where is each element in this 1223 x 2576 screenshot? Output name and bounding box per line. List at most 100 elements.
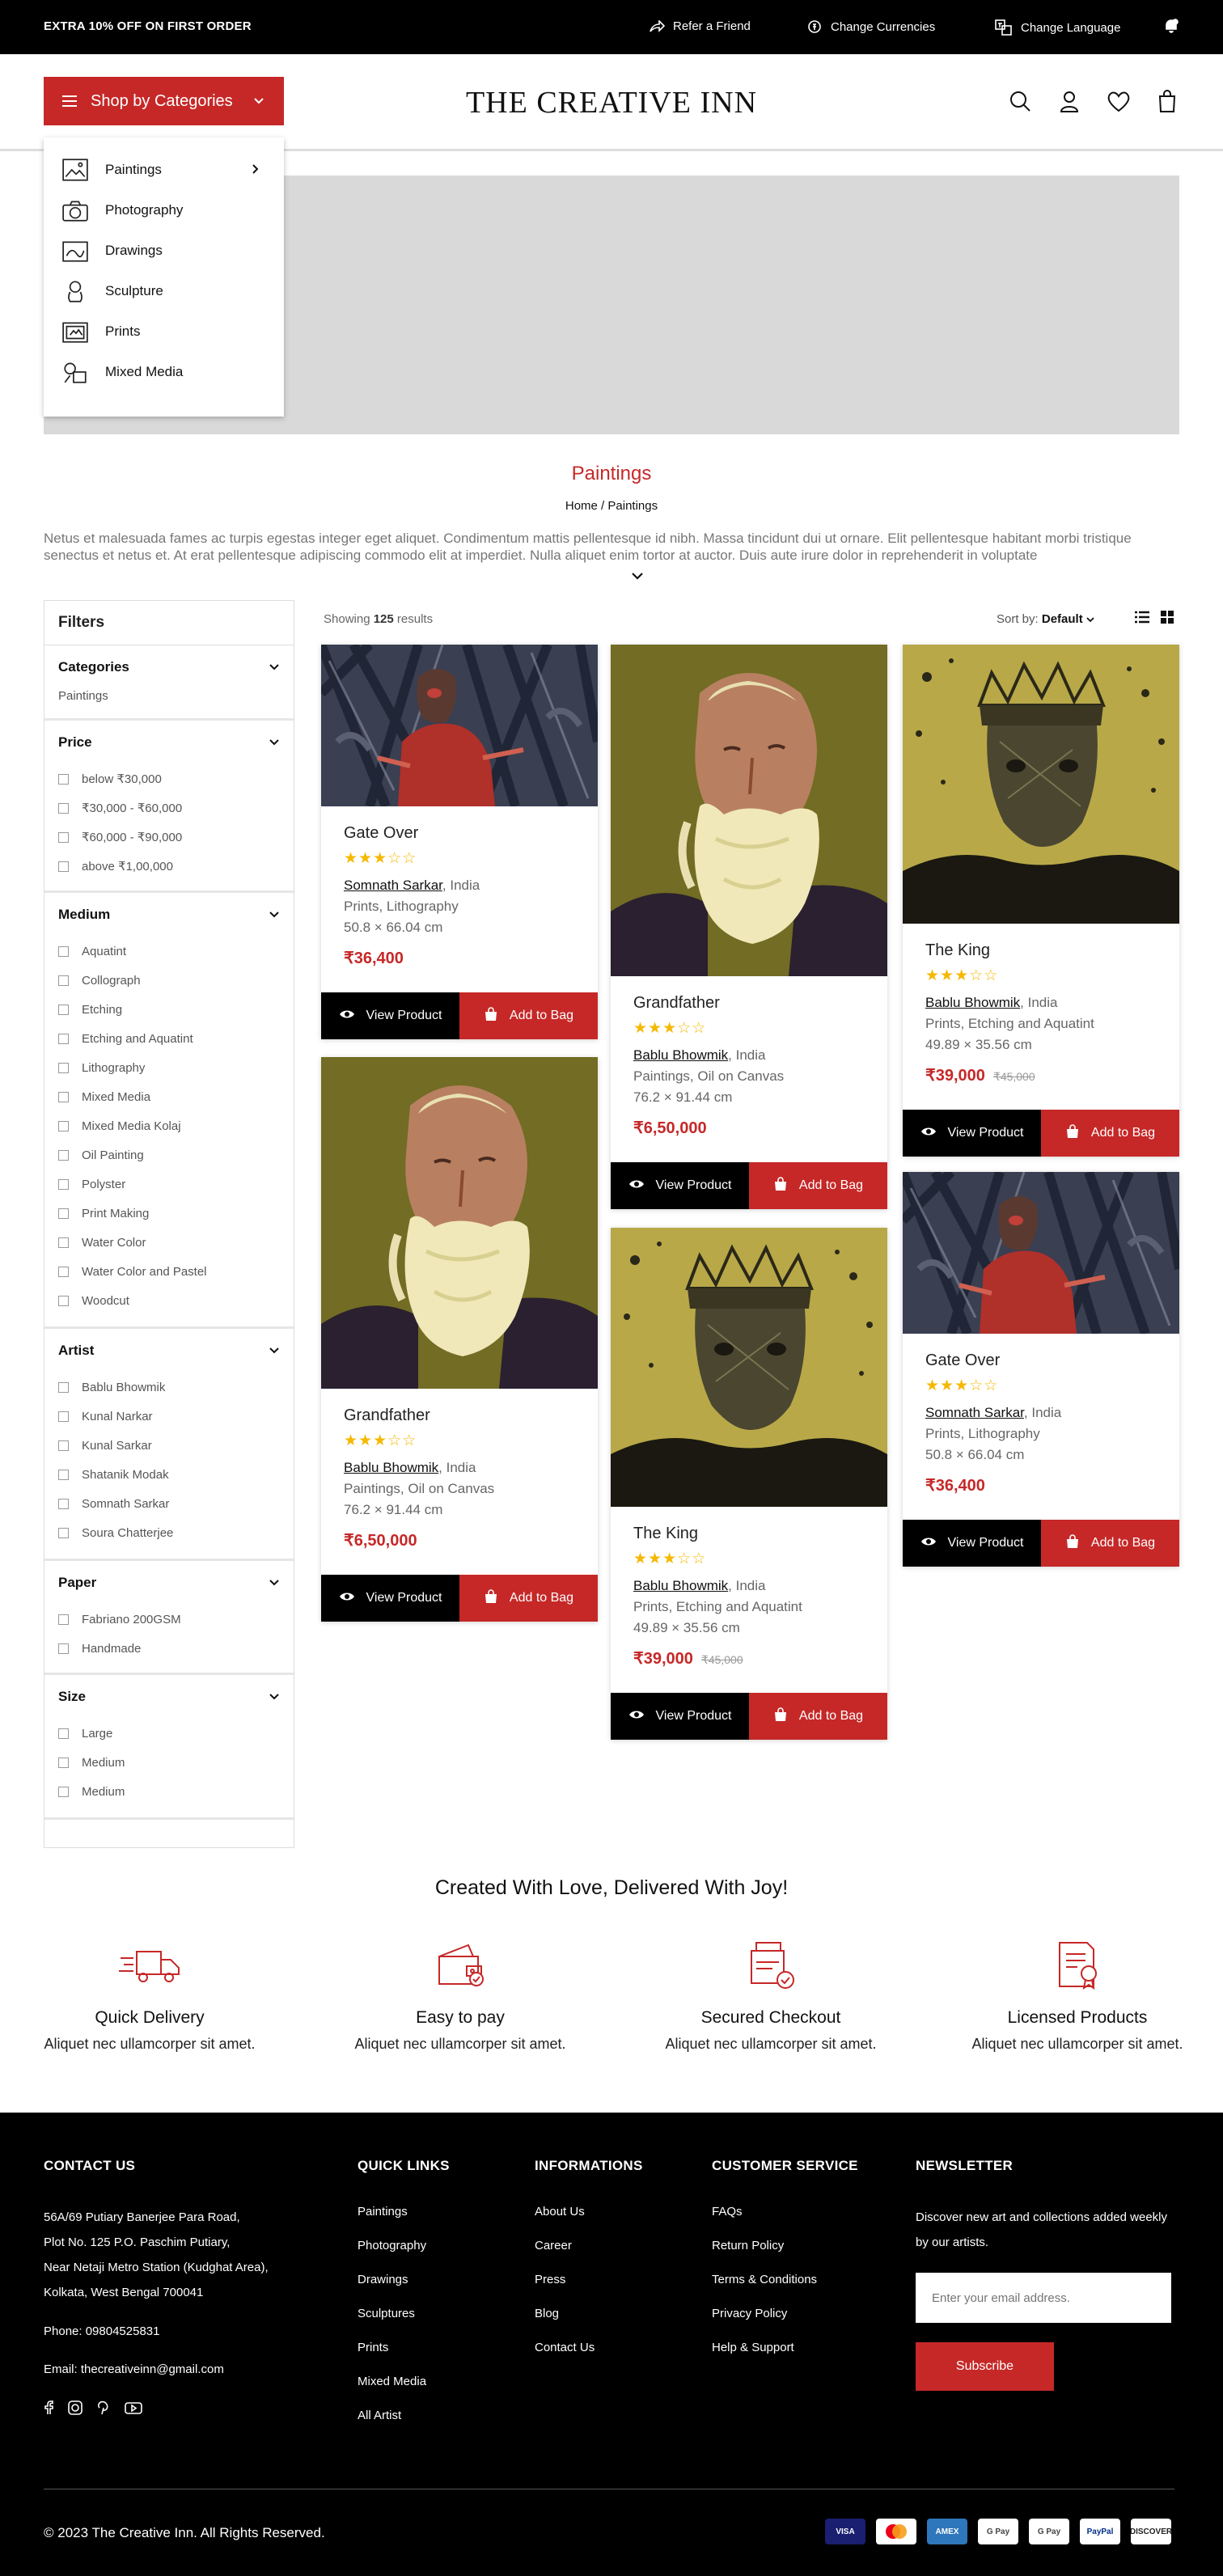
filter-option[interactable]: Etching and Aquatint (58, 1024, 280, 1053)
filter-option[interactable]: Large (58, 1719, 280, 1748)
product-title[interactable]: Gate Over (344, 824, 575, 843)
filter-toggle-categories[interactable]: Categories (58, 645, 280, 689)
add-to-bag-button[interactable]: Add to Bag (749, 1693, 887, 1740)
view-product-button[interactable]: View Product (611, 1693, 749, 1740)
add-to-bag-button[interactable]: Add to Bag (1041, 1110, 1179, 1157)
product-title[interactable]: The King (633, 1525, 865, 1543)
footer-link-contact-us[interactable]: Contact Us (535, 2341, 643, 2354)
filter-toggle-paper[interactable]: Paper (58, 1561, 280, 1605)
footer-link-photography[interactable]: Photography (358, 2239, 450, 2252)
product-image[interactable] (611, 645, 887, 976)
category-menu-item-photography[interactable]: Photography (44, 190, 284, 231)
filter-checkbox[interactable] (58, 1757, 69, 1768)
filter-option[interactable]: Woodcut (58, 1286, 280, 1315)
category-menu-item-sculpture[interactable]: Sculpture (44, 271, 284, 311)
filter-checkbox[interactable] (58, 1786, 69, 1797)
add-to-bag-button[interactable]: Add to Bag (1041, 1520, 1179, 1567)
view-product-button[interactable]: View Product (321, 992, 459, 1039)
filter-checkbox[interactable] (58, 1469, 69, 1480)
product-card[interactable]: Grandfather ★★★☆☆ Bablu Bhowmik, India Pain… (321, 1057, 598, 1622)
filter-option[interactable]: Medium (58, 1748, 280, 1777)
breadcrumb[interactable]: Home / Paintings (0, 499, 1223, 513)
filter-option[interactable]: Handmade (58, 1634, 280, 1663)
filter-option[interactable]: ₹30,000 - ₹60,000 (58, 793, 280, 823)
filter-checkbox[interactable] (58, 1411, 69, 1422)
product-card[interactable]: Grandfather ★★★☆☆ Bablu Bhowmik, India Pain… (611, 645, 887, 1209)
filter-option[interactable]: Print Making (58, 1199, 280, 1228)
youtube-icon[interactable] (125, 2400, 142, 2419)
footer-link-help-support[interactable]: Help & Support (712, 2341, 858, 2354)
filter-checkbox[interactable] (58, 1062, 69, 1073)
product-title[interactable]: Grandfather (344, 1406, 575, 1425)
filter-option[interactable]: Polyster (58, 1170, 280, 1199)
add-to-bag-button[interactable]: Add to Bag (459, 1575, 598, 1622)
subscribe-button[interactable]: Subscribe (916, 2342, 1054, 2391)
product-artist-link[interactable]: Bablu Bhowmik (344, 1460, 438, 1475)
filter-option[interactable]: Mixed Media Kolaj (58, 1111, 280, 1140)
product-image[interactable] (321, 645, 598, 806)
filter-checkbox[interactable] (58, 1208, 69, 1219)
footer-link-career[interactable]: Career (535, 2239, 643, 2252)
filter-option[interactable]: Bablu Bhowmik (58, 1373, 280, 1402)
filter-checkbox[interactable] (58, 1178, 69, 1190)
shopping-bag-icon[interactable] (1157, 90, 1177, 116)
footer-link-terms-conditions[interactable]: Terms & Conditions (712, 2273, 858, 2286)
filter-toggle-price[interactable]: Price (58, 721, 280, 764)
filter-option[interactable]: Aquatint (58, 937, 280, 966)
product-image[interactable] (321, 1057, 598, 1389)
product-title[interactable]: The King (925, 941, 1157, 960)
filter-option[interactable]: Fabriano 200GSM (58, 1605, 280, 1634)
filter-option[interactable]: Kunal Narkar (58, 1402, 280, 1431)
filter-option[interactable]: Soura Chatterjee (58, 1518, 280, 1547)
footer-link-press[interactable]: Press (535, 2273, 643, 2286)
product-image[interactable] (903, 645, 1179, 924)
account-icon[interactable] (1058, 90, 1081, 116)
footer-link-drawings[interactable]: Drawings (358, 2273, 450, 2286)
filter-checkbox[interactable] (58, 945, 69, 957)
filter-checkbox[interactable] (58, 1033, 69, 1044)
product-artist-link[interactable]: Bablu Bhowmik (633, 1578, 728, 1593)
footer-link-sculptures[interactable]: Sculptures (358, 2307, 450, 2320)
view-product-button[interactable]: View Product (321, 1575, 459, 1622)
product-card[interactable]: The King ★★★☆☆ Bablu Bhowmik, India Prints,… (903, 645, 1179, 1157)
filter-option[interactable]: Etching (58, 995, 280, 1024)
change-currency-link[interactable]: Change Currencies (806, 19, 935, 34)
filter-option[interactable]: ₹60,000 - ₹90,000 (58, 823, 280, 852)
filter-option[interactable]: Shatanik Modak (58, 1460, 280, 1489)
filter-checkbox[interactable] (58, 1237, 69, 1248)
product-artist-link[interactable]: Bablu Bhowmik (633, 1047, 728, 1063)
footer-link-blog[interactable]: Blog (535, 2307, 643, 2320)
add-to-bag-button[interactable]: Add to Bag (749, 1162, 887, 1209)
filter-checkbox[interactable] (58, 831, 69, 843)
footer-link-mixed-media[interactable]: Mixed Media (358, 2375, 450, 2388)
filter-checkbox[interactable] (58, 1527, 69, 1538)
filter-option[interactable]: Water Color (58, 1228, 280, 1257)
product-card[interactable]: The King ★★★☆☆ Bablu Bhowmik, India Prints,… (611, 1228, 887, 1740)
list-view-icon[interactable] (1135, 611, 1149, 628)
category-menu-item-drawings[interactable]: Drawings (44, 231, 284, 271)
category-menu-item-prints[interactable]: Prints (44, 311, 284, 352)
view-product-button[interactable]: View Product (903, 1110, 1041, 1157)
filter-checkbox[interactable] (58, 861, 69, 872)
wishlist-heart-icon[interactable] (1107, 90, 1131, 116)
footer-link-paintings[interactable]: Paintings (358, 2205, 450, 2219)
search-icon[interactable] (1009, 90, 1031, 116)
filter-option[interactable]: Water Color and Pastel (58, 1257, 280, 1286)
facebook-icon[interactable] (44, 2400, 53, 2419)
refer-friend-link[interactable]: Refer a Friend (649, 19, 751, 33)
filter-option[interactable]: below ₹30,000 (58, 764, 280, 793)
product-card[interactable]: Gate Over ★★★☆☆ Somnath Sarkar, India Print… (903, 1172, 1179, 1567)
filter-checkbox[interactable] (58, 1266, 69, 1277)
filter-option[interactable]: Kunal Sarkar (58, 1431, 280, 1460)
instagram-icon[interactable] (68, 2400, 83, 2419)
contact-email[interactable]: Email: thecreativeinn@gmail.com (44, 2362, 269, 2376)
category-menu-item-paintings[interactable]: Paintings (44, 150, 284, 190)
filter-option[interactable]: Somnath Sarkar (58, 1489, 280, 1518)
product-image[interactable] (903, 1172, 1179, 1334)
filter-checkbox[interactable] (58, 1004, 69, 1015)
filter-option[interactable]: above ₹1,00,000 (58, 852, 280, 881)
footer-link-faqs[interactable]: FAQs (712, 2205, 858, 2219)
filter-option[interactable]: Collograph (58, 966, 280, 995)
filter-checkbox[interactable] (58, 1440, 69, 1451)
filter-option[interactable]: Medium (58, 1777, 280, 1806)
